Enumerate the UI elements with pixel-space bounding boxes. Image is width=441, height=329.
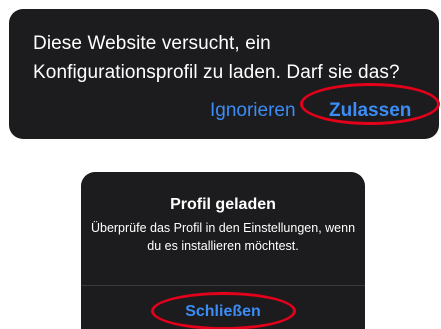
profile-download-alert: Diese Website versucht, ein Konfiguratio… [9,9,440,139]
ignore-button[interactable]: Ignorieren [210,99,296,123]
screenshot-canvas: Diese Website versucht, ein Konfiguratio… [0,0,441,329]
alert-body: Überprüfe das Profil in den Einstellunge… [90,221,356,253]
allow-highlight-ring [300,83,440,125]
button-divider [81,285,365,286]
alert-title: Profil geladen [170,196,276,213]
close-highlight-ring [151,292,296,329]
alert-message: Diese Website versucht, ein Konfiguratio… [33,33,400,83]
